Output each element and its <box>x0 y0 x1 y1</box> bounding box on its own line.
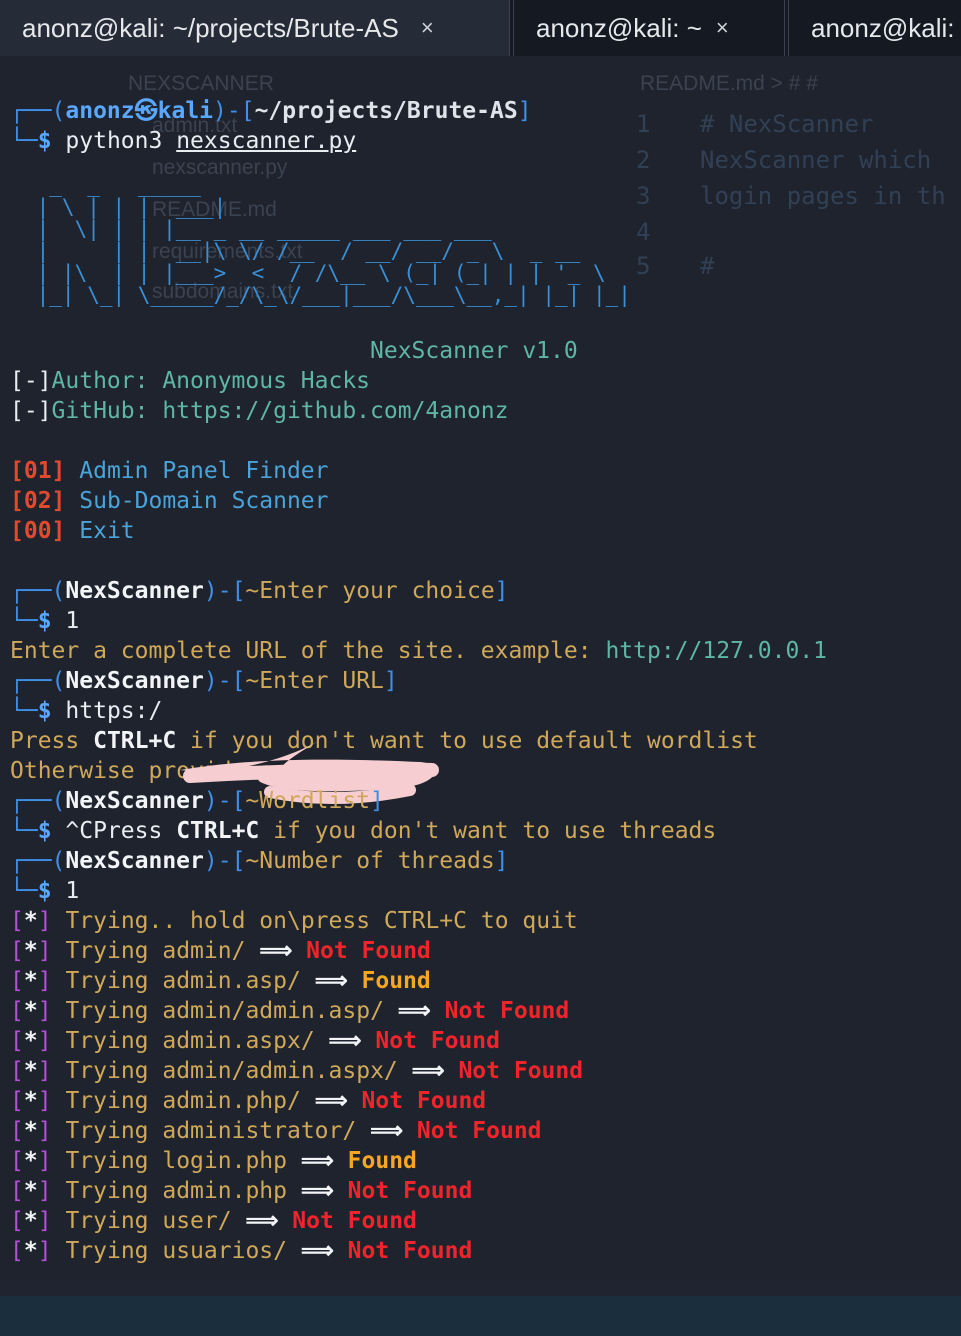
tab-third[interactable]: anonz@kali: <box>788 0 961 56</box>
result-status: Not Found <box>347 1238 473 1264</box>
result-path: Trying admin.asp/ <box>65 968 315 994</box>
url-prompt: ┌──(NexScanner)-[~Enter URL] <box>10 668 398 694</box>
menu-item-subdomain: [02] Sub-Domain Scanner <box>10 488 329 514</box>
prompt-host: kali <box>157 98 214 124</box>
arrow-icon: ⟹ <box>300 1178 348 1204</box>
result-path: Trying admin.php/ <box>65 1088 315 1114</box>
result-row: [*] Trying admin.aspx/ ⟹ Not Found <box>10 1028 500 1054</box>
command-name: python3 <box>65 128 163 154</box>
author-line: [-]Author: Anonymous Hacks <box>10 368 371 394</box>
trying-status: [*] Trying.. hold on\press CTRL+C to qui… <box>10 908 578 934</box>
result-path: Trying admin/admin.aspx/ <box>65 1058 412 1084</box>
url-input: └─$ https:/ <box>10 698 163 724</box>
terminal-tab-bar: anonz@kali: ~/projects/Brute-AS × anonz@… <box>0 0 961 57</box>
result-status: Found <box>347 1148 417 1174</box>
prompt-path: ~/projects/Brute-AS <box>254 98 518 124</box>
result-row: [*] Trying admin/admin.asp/ ⟹ Not Found <box>10 998 570 1024</box>
result-status: Found <box>361 968 431 994</box>
close-icon[interactable]: × <box>421 15 434 41</box>
ghost-code-line: # <box>700 252 715 280</box>
threads-input: └─$ 1 <box>10 878 80 904</box>
result-path: Trying admin/ <box>65 938 260 964</box>
result-status: Not Found <box>458 1058 584 1084</box>
result-status: Not Found <box>306 938 431 964</box>
ghost-line-number: 4 <box>636 218 651 246</box>
result-row: [*] Trying administrator/ ⟹ Not Found <box>10 1118 542 1144</box>
result-path: Trying login.php <box>65 1148 301 1174</box>
arrow-icon: ⟹ <box>300 1238 348 1264</box>
arrow-icon: ⟹ <box>411 1058 459 1084</box>
arrow-icon: ⟹ <box>328 1028 376 1054</box>
arrow-icon: ⟹ <box>370 1118 417 1144</box>
result-row: [*] Trying admin.asp/ ⟹ Found <box>10 968 431 994</box>
tab-label: anonz@kali: ~/projects/Brute-AS <box>22 12 399 43</box>
prompt-at: ㉿ <box>134 98 158 124</box>
ghost-line-number: 2 <box>636 146 651 174</box>
result-status: Not Found <box>416 1118 542 1144</box>
wordlist-input: └─$ ^CPress CTRL+C if you don't want to … <box>10 818 717 844</box>
result-status: Not Found <box>444 998 570 1024</box>
result-path: Trying administrator/ <box>65 1118 371 1144</box>
tab-label: anonz@kali: <box>811 12 955 43</box>
result-row: [*] Trying admin/ ⟹ Not Found <box>10 938 431 964</box>
result-row: [*] Trying user/ ⟹ Not Found <box>10 1208 417 1234</box>
result-path: Trying admin.php <box>65 1178 301 1204</box>
arrow-icon: ⟹ <box>314 1088 362 1114</box>
banner-version: NexScanner v1.0 <box>370 338 578 364</box>
close-icon[interactable]: × <box>716 15 729 41</box>
url-hint: Enter a complete URL of the site. exampl… <box>10 638 827 664</box>
result-status: Not Found <box>361 1088 487 1114</box>
status-bar-ghost <box>0 1296 961 1336</box>
result-row: [*] Trying usuarios/ ⟹ Not Found <box>10 1238 473 1264</box>
ghost-code-line: # NexScanner <box>700 110 874 138</box>
arrow-icon: ⟹ <box>300 1148 348 1174</box>
result-path: Trying user/ <box>65 1208 246 1234</box>
result-status: Not Found <box>347 1178 473 1204</box>
ghost-line-number: 1 <box>636 110 651 138</box>
ghost-code-line: NexScanner which <box>700 146 932 174</box>
github-line: [-]GitHub: https://github.com/4anonz <box>10 398 509 424</box>
arrow-icon: ⟹ <box>397 998 445 1024</box>
tab-label: anonz@kali: ~ <box>536 12 702 43</box>
result-path: Trying usuarios/ <box>65 1238 301 1264</box>
result-status: Not Found <box>375 1028 500 1054</box>
choice-prompt: ┌──(NexScanner)-[~Enter your choice] <box>10 578 509 604</box>
menu-item-admin-finder: [01] Admin Panel Finder <box>10 458 329 484</box>
threads-prompt: ┌──(NexScanner)-[~Number of threads] <box>10 848 509 874</box>
wordlist-prompt: ┌──(NexScanner)-[~Wordlist] <box>10 788 384 814</box>
result-row: [*] Trying admin.php ⟹ Not Found <box>10 1178 473 1204</box>
ghost-line-number: 5 <box>636 252 651 280</box>
shell-prompt-header: ┌──(anonz㉿kali)-[~/projects/Brute-AS] <box>10 98 532 124</box>
tab-home[interactable]: anonz@kali: ~ × <box>513 0 785 56</box>
terminal-output[interactable]: NEXSCANNER admin.txt nexscanner.py READM… <box>0 56 961 1336</box>
command-script: nexscanner.py <box>176 128 357 154</box>
choice-input: └─$ 1 <box>10 608 80 634</box>
ghost-line-number: 3 <box>636 182 651 210</box>
result-row: [*] Trying admin.php/ ⟹ Not Found <box>10 1088 487 1114</box>
result-path: Trying admin/admin.asp/ <box>65 998 398 1024</box>
ghost-breadcrumb: README.md > # # <box>640 72 818 95</box>
result-path: Trying admin.aspx/ <box>65 1028 329 1054</box>
result-row: [*] Trying login.php ⟹ Found <box>10 1148 417 1174</box>
shell-command-line: └─$ python3 nexscanner.py <box>10 128 357 154</box>
menu-item-exit: [00] Exit <box>10 518 135 544</box>
tab-brute-as[interactable]: anonz@kali: ~/projects/Brute-AS × <box>0 0 510 56</box>
arrow-icon: ⟹ <box>314 968 362 994</box>
prompt-user: anonz <box>65 98 135 124</box>
result-status: Not Found <box>292 1208 417 1234</box>
ghost-code-line: login pages in th <box>700 182 946 210</box>
arrow-icon: ⟹ <box>245 1208 293 1234</box>
result-row: [*] Trying admin/admin.aspx/ ⟹ Not Found <box>10 1058 584 1084</box>
nexscan-ascii-banner: _ _ _____ | \ | | | ___| | \| | | |__ _ … <box>36 173 631 307</box>
ghost-sidebar-title: NEXSCANNER <box>128 72 274 95</box>
arrow-icon: ⟹ <box>259 938 307 964</box>
